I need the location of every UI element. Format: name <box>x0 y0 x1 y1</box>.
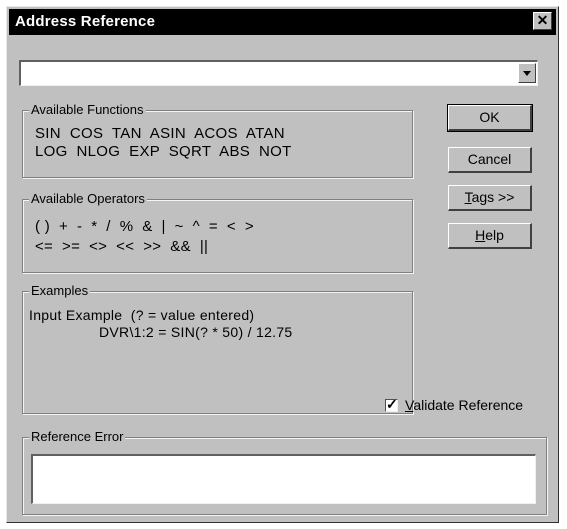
examples-line-2: DVR\1:2 = SIN(? * 50) / 12.75 <box>99 324 293 340</box>
dropdown-arrow-button[interactable] <box>518 63 536 83</box>
address-combobox[interactable] <box>19 60 538 86</box>
ok-button[interactable]: OK <box>447 104 533 132</box>
help-button-label: elp <box>485 227 504 243</box>
examples-group: Examples Input Example (? = value entere… <box>22 283 413 414</box>
examples-line-1: Input Example (? = value entered) <box>29 307 255 323</box>
address-reference-dialog: Address Reference ✕ Available Functions … <box>6 6 559 523</box>
available-functions-legend: Available Functions <box>29 102 146 118</box>
reference-error-field[interactable] <box>31 454 536 504</box>
available-functions-group: Available Functions SIN COS TAN ASIN ACO… <box>22 102 413 178</box>
reference-error-legend: Reference Error <box>29 429 126 445</box>
tags-button-label: ags >> <box>471 189 515 205</box>
title-bar[interactable]: Address Reference ✕ <box>9 9 556 35</box>
validate-reference-label[interactable]: Validate Reference <box>405 397 523 413</box>
address-input[interactable] <box>23 64 517 83</box>
validate-reference-label-text: alidate Reference <box>413 397 524 413</box>
examples-legend: Examples <box>29 283 91 299</box>
close-button[interactable]: ✕ <box>533 12 552 30</box>
close-icon: ✕ <box>536 12 549 28</box>
dialog-title: Address Reference <box>15 13 156 30</box>
functions-line-2: LOG NLOG EXP SQRT ABS NOT <box>35 143 292 160</box>
ok-button-label: OK <box>479 109 500 125</box>
available-operators-group: Available Operators ( ) + - * / % & | ~ … <box>22 191 413 273</box>
reference-error-group: Reference Error <box>22 429 547 515</box>
help-button[interactable]: Help <box>448 223 532 249</box>
validate-reference-checkbox[interactable]: ✓ <box>385 396 398 412</box>
available-operators-legend: Available Operators <box>29 191 147 207</box>
cancel-button-label: Cancel <box>467 151 512 167</box>
operators-line-2: <= >= <> << >> && || <box>35 238 209 255</box>
checkmark-icon: ✓ <box>386 396 398 412</box>
cancel-button[interactable]: Cancel <box>448 147 532 173</box>
operators-line-1: ( ) + - * / % & | ~ ^ = < > <box>35 218 254 235</box>
tags-button[interactable]: Tags >> <box>448 185 532 211</box>
help-button-mnemonic: H <box>475 227 486 243</box>
tags-button-mnemonic: T <box>464 189 472 205</box>
functions-line-1: SIN COS TAN ASIN ACOS ATAN <box>35 125 285 142</box>
